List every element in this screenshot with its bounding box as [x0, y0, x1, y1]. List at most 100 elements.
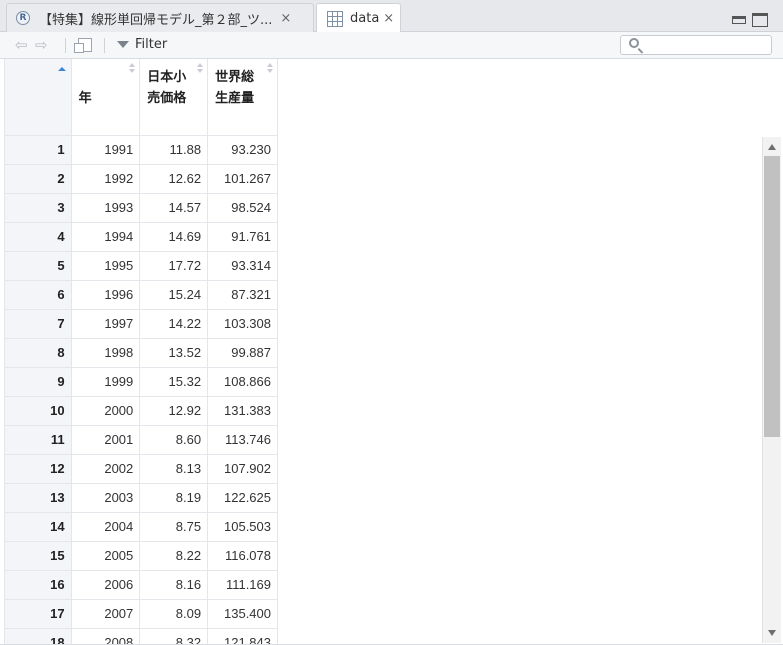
retail-price-cell[interactable]: 15.32 [139, 366, 209, 397]
retail-price-cell[interactable]: 15.24 [139, 279, 209, 310]
world-production-cell[interactable]: 107.902 [207, 453, 278, 484]
tab-data-close-icon[interactable]: × [383, 11, 394, 26]
column-header-world-production[interactable]: 世界総生産量 [207, 59, 278, 136]
row-number-cell[interactable]: 5 [4, 250, 72, 281]
world-production-cell[interactable]: 116.078 [207, 540, 278, 571]
retail-price-cell[interactable]: 12.62 [139, 163, 209, 194]
world-production-cell[interactable]: 101.267 [207, 163, 278, 194]
year-cell[interactable]: 1991 [70, 134, 141, 165]
column-header-year[interactable]: 年 [70, 59, 141, 136]
retail-price-cell[interactable]: 11.88 [139, 134, 209, 165]
row-number-cell[interactable]: 17 [4, 598, 72, 629]
popout-window-icon[interactable] [74, 38, 92, 53]
year-cell[interactable]: 1995 [70, 250, 141, 281]
year-cell[interactable]: 1999 [70, 366, 141, 397]
year-cell[interactable]: 1994 [70, 221, 141, 252]
row-number-cell[interactable]: 2 [4, 163, 72, 194]
world-production-cell[interactable]: 135.400 [207, 598, 278, 629]
world-production-cell[interactable]: 111.169 [207, 569, 278, 600]
row-number-cell[interactable]: 12 [4, 453, 72, 484]
table-row: 9 1999 15.32 108.866 [4, 366, 278, 397]
retail-price-cell[interactable]: 8.60 [139, 424, 209, 455]
scroll-up-arrow-icon[interactable] [768, 144, 776, 150]
scrollbar-thumb[interactable] [764, 156, 780, 437]
world-production-cell[interactable]: 93.314 [207, 250, 278, 281]
retail-price-cell[interactable]: 8.22 [139, 540, 209, 571]
year-cell[interactable]: 2002 [70, 453, 141, 484]
year-cell[interactable]: 1998 [70, 337, 141, 368]
year-cell[interactable]: 2000 [70, 395, 141, 426]
forward-arrow-icon[interactable]: ⇨ [35, 36, 48, 54]
column-header-retail-price[interactable]: 日本小売価格 [139, 59, 209, 136]
data-table-container[interactable]: 年 日本小売価格 世界総生産量 1 1991 11.88 93.230 2 1992 12.… [4, 59, 278, 645]
table-row: 7 1997 14.22 103.308 [4, 308, 278, 339]
world-production-cell[interactable]: 108.866 [207, 366, 278, 397]
row-number-cell[interactable]: 14 [4, 511, 72, 542]
year-cell[interactable]: 1997 [70, 308, 141, 339]
world-production-cell[interactable]: 113.746 [207, 424, 278, 455]
retail-price-cell[interactable]: 14.22 [139, 308, 209, 339]
retail-price-cell[interactable]: 17.72 [139, 250, 209, 281]
retail-price-cell[interactable]: 8.13 [139, 453, 209, 484]
year-cell[interactable]: 2006 [70, 569, 141, 600]
minimize-pane-icon[interactable] [732, 16, 746, 24]
year-cell[interactable]: 2005 [70, 540, 141, 571]
year-cell[interactable]: 2007 [70, 598, 141, 629]
world-production-cell[interactable]: 103.308 [207, 308, 278, 339]
row-number-cell[interactable]: 16 [4, 569, 72, 600]
sort-icon [129, 63, 136, 74]
search-icon [629, 38, 639, 48]
row-number-cell[interactable]: 8 [4, 337, 72, 368]
row-number-cell[interactable]: 1 [4, 134, 72, 165]
funnel-icon [117, 41, 129, 48]
maximize-pane-icon[interactable] [752, 13, 768, 27]
world-production-cell[interactable]: 121.843 [207, 627, 278, 645]
year-cell[interactable]: 2008 [70, 627, 141, 645]
year-cell[interactable]: 1996 [70, 279, 141, 310]
filter-button[interactable]: Filter [117, 37, 167, 52]
world-production-cell[interactable]: 105.503 [207, 511, 278, 542]
table-body: 1 1991 11.88 93.230 2 1992 12.62 101.267 3 1993 14… [4, 134, 278, 645]
world-production-cell[interactable]: 99.887 [207, 337, 278, 368]
retail-price-cell[interactable]: 14.69 [139, 221, 209, 252]
world-production-cell[interactable]: 93.230 [207, 134, 278, 165]
row-number-cell[interactable]: 4 [4, 221, 72, 252]
retail-price-cell[interactable]: 8.19 [139, 482, 209, 513]
world-production-cell[interactable]: 91.761 [207, 221, 278, 252]
world-production-cell[interactable]: 131.383 [207, 395, 278, 426]
retail-price-cell[interactable]: 13.52 [139, 337, 209, 368]
row-number-cell[interactable]: 7 [4, 308, 72, 339]
year-cell[interactable]: 2001 [70, 424, 141, 455]
scroll-down-arrow-icon[interactable] [768, 630, 776, 636]
tab-data[interactable]: data × [316, 3, 401, 33]
world-production-cell[interactable]: 87.321 [207, 279, 278, 310]
back-arrow-icon[interactable]: ⇦ [15, 36, 28, 54]
year-cell[interactable]: 2004 [70, 511, 141, 542]
row-index-header[interactable] [4, 59, 72, 136]
world-production-cell[interactable]: 122.625 [207, 482, 278, 513]
tab-script-close-icon[interactable]: × [280, 11, 291, 26]
column-header-label: 日本小売価格 [147, 69, 187, 105]
tab-script[interactable]: R 【特集】線形単回帰モデル_第２部_ツ... × [6, 3, 314, 32]
row-number-cell[interactable]: 15 [4, 540, 72, 571]
retail-price-cell[interactable]: 8.16 [139, 569, 209, 600]
viewer-toolbar: ⇦ ⇨ Filter [0, 32, 783, 59]
row-number-cell[interactable]: 9 [4, 366, 72, 397]
row-number-cell[interactable]: 10 [4, 395, 72, 426]
year-cell[interactable]: 1992 [70, 163, 141, 194]
year-cell[interactable]: 2003 [70, 482, 141, 513]
year-cell[interactable]: 1993 [70, 192, 141, 223]
retail-price-cell[interactable]: 8.09 [139, 598, 209, 629]
row-number-cell[interactable]: 13 [4, 482, 72, 513]
retail-price-cell[interactable]: 8.75 [139, 511, 209, 542]
retail-price-cell[interactable]: 12.92 [139, 395, 209, 426]
row-number-cell[interactable]: 11 [4, 424, 72, 455]
world-production-cell[interactable]: 98.524 [207, 192, 278, 223]
vertical-scrollbar[interactable] [762, 137, 781, 643]
search-input[interactable] [620, 35, 772, 55]
row-number-cell[interactable]: 6 [4, 279, 72, 310]
retail-price-cell[interactable]: 8.32 [139, 627, 209, 645]
row-number-cell[interactable]: 3 [4, 192, 72, 223]
row-number-cell[interactable]: 18 [4, 627, 72, 645]
retail-price-cell[interactable]: 14.57 [139, 192, 209, 223]
